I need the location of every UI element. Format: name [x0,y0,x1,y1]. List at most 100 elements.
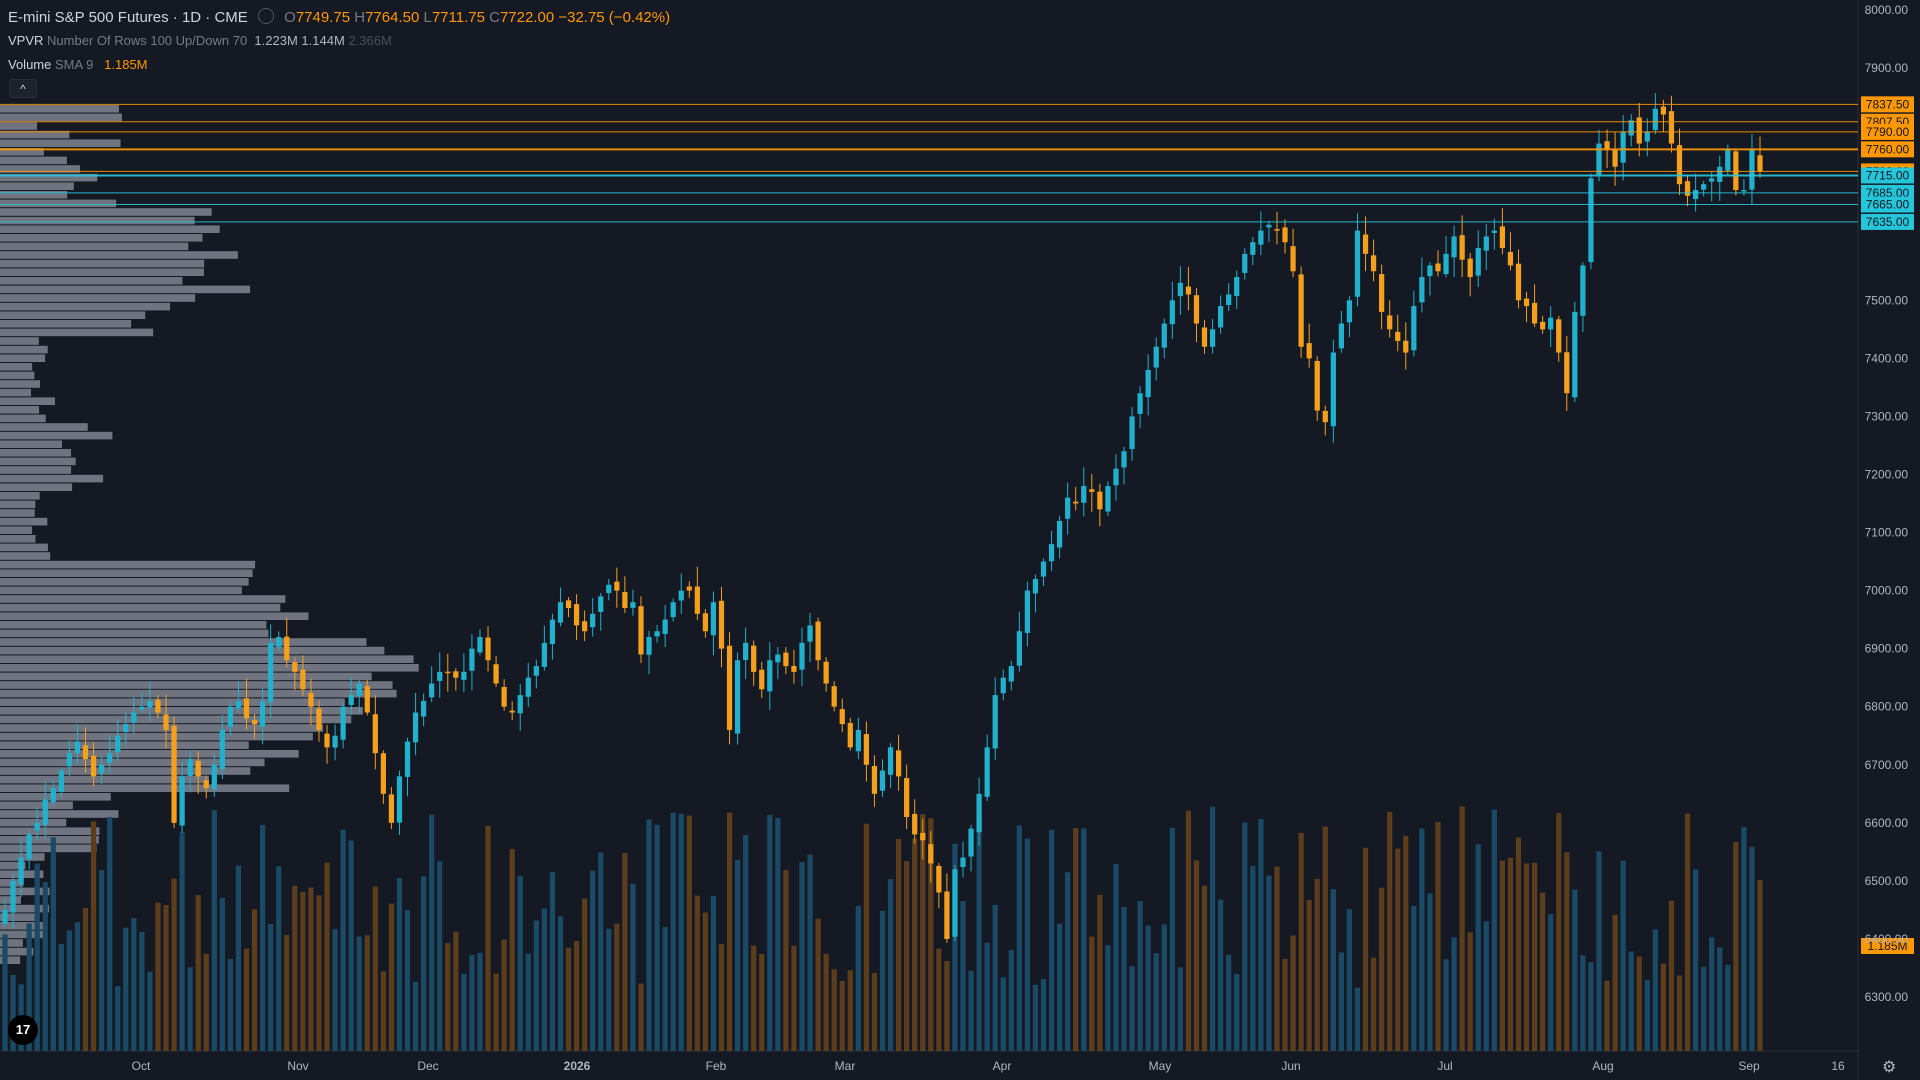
vpvr-row [0,810,119,818]
candle-body [1427,265,1433,277]
volume-bar [1491,809,1497,1051]
vpvr-row [0,784,290,792]
vpvr-legend[interactable]: VPVR Number Of Rows 100 Up/Down 70 1.223… [8,33,392,48]
time-tick-label: 16 [1831,1059,1845,1073]
volume-bar [66,930,73,1051]
candle-body [10,880,16,913]
price-tick-label: 7200.00 [1865,467,1909,481]
vpvr-row [0,105,119,113]
candle-body [469,648,475,671]
volume-bar [1354,987,1361,1051]
volume-bar [1330,889,1336,1051]
candle-body [1346,300,1353,323]
volume-bar [412,981,419,1051]
volume-bar [42,882,48,1051]
volume-bar [1161,924,1167,1051]
volume-bar [1081,828,1087,1051]
volume-bar [1338,952,1344,1051]
volume-bar [1523,863,1530,1051]
vpvr-row [0,569,253,577]
chart-area[interactable]: 7837.507807.507790.007760.007722.007715.… [0,0,1920,1080]
candle-body [541,642,547,667]
chevron-up-icon: ^ [20,82,26,96]
candle-body [1129,416,1135,450]
candle-body [1056,520,1063,548]
volume-bar [815,918,821,1051]
volume-legend[interactable]: Volume SMA 9 1.185M [8,57,148,72]
candle-body [147,700,153,708]
volume-bar [90,821,97,1051]
candle-body [292,662,298,672]
volume-bar [831,969,837,1051]
candle-body [1531,302,1538,324]
volume-bar [1531,862,1538,1051]
gear-icon[interactable]: ⚙ [1882,1057,1896,1077]
circle-icon[interactable] [257,8,274,24]
candle-body [1177,282,1183,297]
candlestick-chart[interactable]: 7837.507807.507790.007760.007722.007715.… [0,0,1920,1080]
volume-bar [823,953,829,1051]
volume-bar [187,967,193,1051]
candle-body [1008,666,1014,682]
price-tick-label: 6400.00 [1865,932,1909,946]
time-tick-label: May [1149,1059,1172,1073]
volume-bar [879,910,886,1051]
vpvr-value-up: 1.223M [254,33,298,48]
volume-bar [123,927,129,1051]
vpvr-row [0,681,393,689]
candle-body [211,764,217,790]
tradingview-logo-icon[interactable]: 17 [8,1015,38,1045]
candle-body [1475,248,1481,276]
candle-body [1379,274,1385,312]
candle-body [58,770,64,793]
candle-body [887,747,894,775]
volume-bar [115,986,121,1051]
volume-bar [179,832,185,1051]
candle-body [670,602,676,618]
symbol-title[interactable]: E-mini S&P 500 Futures · 1D · CME [8,9,248,26]
vpvr-row [0,311,146,319]
volume-bar [694,895,700,1051]
candle-body [573,604,580,626]
volume-bar [259,824,266,1051]
volume-bar [364,935,370,1051]
volume-bar [1459,806,1465,1051]
volume-bar [74,922,81,1051]
volume-bar [606,928,612,1051]
candle-body [912,813,918,835]
collapse-legend-button[interactable]: ^ [9,79,37,98]
price-level-label: 7760.00 [1866,142,1910,156]
candle-body [1097,491,1103,510]
volume-bar [1572,889,1578,1051]
candle-body [82,745,89,759]
volume-bar [557,916,564,1051]
candle-body [163,714,169,730]
candle-body [1266,224,1272,228]
vpvr-row [0,363,33,371]
vpvr-row [0,285,251,294]
candle-body [388,794,395,823]
symbol-legend[interactable]: E-mini S&P 500 Futures · 1D · CME O7749.… [8,8,670,26]
candle-body [1709,178,1715,182]
candle-body [1362,234,1369,254]
candle-body [654,631,660,637]
volume-bar [1580,955,1586,1051]
candle-body [533,666,539,676]
candle-body [984,747,990,797]
volume-bar [638,983,644,1051]
candle-body [1040,561,1047,577]
candle-body [598,596,604,612]
candle-body [1073,501,1079,504]
vpvr-row [0,672,372,681]
volume-bar [686,815,692,1051]
volume-bar [976,814,982,1051]
candle-body [42,799,48,825]
candle-body [767,660,773,692]
candle-body [863,734,870,765]
volume-bar [50,837,56,1051]
volume-bar [590,870,596,1051]
candle-body [1242,253,1248,273]
candle-body [1411,306,1417,351]
volume-bar [1177,967,1183,1051]
volume-bar [1121,906,1127,1051]
